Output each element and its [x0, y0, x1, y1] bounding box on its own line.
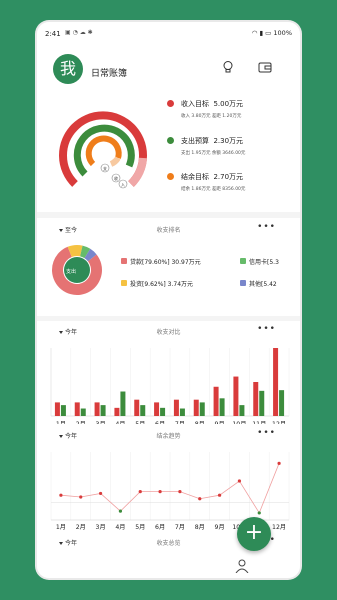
bar-income: [74, 402, 80, 416]
bar-income: [134, 399, 140, 416]
bar-income: [273, 348, 279, 416]
trend-point: [59, 493, 63, 497]
person-icon: [235, 559, 249, 573]
bar-income: [233, 376, 239, 416]
x-tick-label: 5月: [135, 524, 145, 531]
wallet-icon[interactable]: [258, 60, 272, 74]
bar-expense: [259, 390, 265, 416]
lightbulb-icon[interactable]: [221, 60, 235, 74]
legend-swatch: [240, 280, 246, 286]
x-tick-label: 12月: [272, 524, 286, 531]
surplus-sub: 结余 1.86万元 差距 8356.00元: [181, 187, 246, 192]
status-notification-icons: ▣ ◔ ☁ ✱: [65, 29, 93, 36]
more-button[interactable]: •••: [257, 428, 276, 438]
legend-swatch: [121, 280, 127, 286]
more-button[interactable]: •••: [257, 222, 276, 232]
income-target-label: 收入目标: [181, 100, 209, 108]
wifi-icon: ◠: [251, 29, 258, 37]
trend-point: [98, 491, 103, 496]
surplus-label: 结余目标: [181, 173, 209, 181]
bar-income: [253, 382, 259, 416]
x-tick-label: 1月: [56, 524, 66, 531]
more-button[interactable]: •••: [257, 324, 276, 334]
bar-income: [173, 399, 179, 416]
ranking-header: 至今 收支排名 •••: [37, 220, 300, 238]
trend-point: [257, 511, 261, 515]
battery-icon: ▭: [265, 29, 272, 37]
bar-expense: [120, 391, 126, 416]
surplus-dot: [167, 173, 174, 180]
x-tick-label: 8月: [195, 524, 205, 531]
trend-point: [277, 461, 281, 465]
trend-point: [79, 495, 83, 499]
x-tick-label: 6月: [155, 524, 165, 531]
status-time: 2:41: [45, 30, 61, 38]
battery-percent: 100%: [273, 29, 292, 37]
legend-invest: 投资[9.62%] 3.74万元: [130, 281, 194, 288]
ring-label-expense: 支: [103, 165, 107, 171]
trend-point: [178, 490, 182, 494]
income-dot: [167, 100, 174, 107]
ring-surplus-remaining: [109, 156, 121, 167]
compare-bar-chart: 1月2月3月4月5月6月7月8月9月10月11月12月: [50, 348, 290, 428]
bar-expense: [279, 390, 285, 416]
phone-screen: 2:41 ▣ ◔ ☁ ✱ ◠ ▮ ▭ 100% 我 日常账簿 支 收 入 收入目…: [37, 22, 300, 578]
income-target-amount: 5.00万元: [213, 100, 244, 108]
donut-center-label: 支出: [66, 269, 77, 275]
bar-income: [54, 402, 60, 416]
legend-credit: 信用卡[5.3: [249, 259, 279, 266]
bar-expense: [219, 398, 225, 416]
trend-point: [118, 509, 123, 513]
budget-amount: 2.30万元: [213, 137, 244, 145]
budget-sub: 支出 1.95万元 余额 3646.00元: [181, 151, 246, 156]
bar-expense: [140, 405, 146, 416]
ring-label-income: 收: [114, 175, 118, 181]
surplus-target: 结余目标 2.70万元: [181, 172, 243, 182]
trend-point: [138, 490, 142, 494]
bar-expense: [60, 405, 66, 416]
bar-income: [94, 402, 100, 416]
x-tick-label: 4月: [115, 524, 125, 531]
x-tick-label: 3月: [96, 524, 106, 531]
bar-income: [114, 407, 120, 416]
bar-expense: [100, 405, 106, 416]
trend-point: [237, 479, 242, 483]
surplus-amount: 2.70万元: [213, 173, 244, 181]
bar-expense: [199, 402, 205, 416]
income-sub: 收入 3.80万元 差距 1.20万元: [181, 114, 242, 119]
bar-expense: [80, 408, 86, 416]
legend-swatch: [240, 258, 246, 264]
legend-other: 其他[5.42: [249, 281, 277, 288]
x-tick-label: 9月: [215, 524, 225, 531]
bar-income: [193, 399, 199, 416]
avatar[interactable]: 我: [53, 54, 83, 84]
add-record-button[interactable]: +: [237, 517, 271, 551]
x-tick-label: 7月: [175, 524, 185, 531]
ring-label-income2: 入: [121, 182, 125, 187]
app-title: 日常账簿: [91, 69, 128, 79]
bar-income: [154, 402, 160, 416]
bar-expense: [239, 405, 245, 416]
bar-expense: [160, 407, 166, 416]
trend-point: [198, 497, 202, 501]
budget-dot: [167, 137, 174, 144]
trend-point: [158, 490, 162, 494]
goal-rings: 支 收 入: [59, 111, 147, 189]
bar-expense: [179, 408, 185, 416]
income-target: 收入目标 5.00万元: [181, 99, 243, 109]
signal-icon: ▮: [259, 29, 264, 37]
bar-income: [213, 386, 219, 416]
status-bar: 2:41 ▣ ◔ ☁ ✱ ◠ ▮ ▭ 100%: [37, 22, 300, 46]
legend-loan: 贷款[79.60%] 30.97万元: [130, 259, 201, 266]
budget-target: 支出预算 2.30万元: [181, 136, 243, 146]
ranking-donut: [52, 245, 102, 295]
trend-point: [217, 493, 222, 497]
x-tick-label: 2月: [76, 524, 86, 531]
budget-label: 支出预算: [181, 137, 209, 145]
legend-swatch: [121, 258, 127, 264]
status-right: ◠ ▮ ▭ 100%: [252, 29, 292, 37]
